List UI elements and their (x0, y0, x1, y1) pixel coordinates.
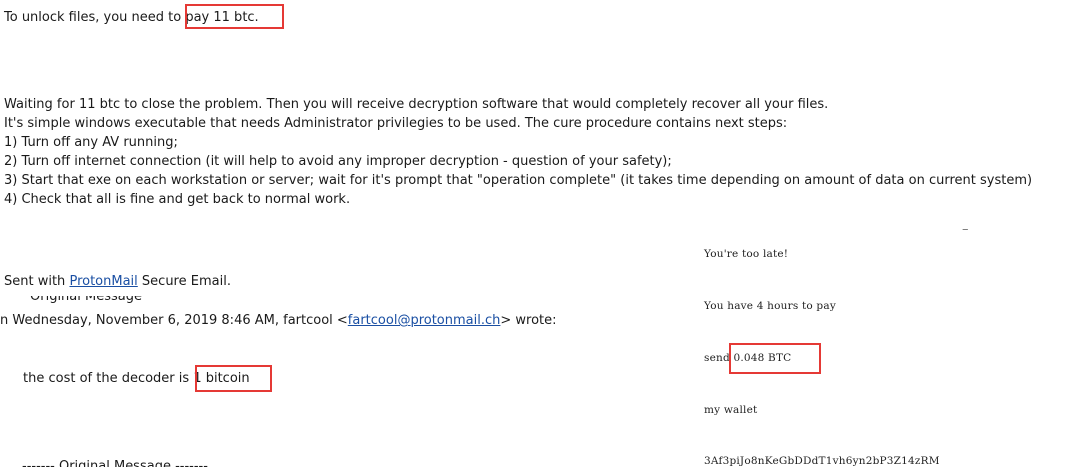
note-wallet-address: 3Af3piJo8nKeGbDDdT1vh6yn2bP3Z14zRM (704, 455, 940, 467)
note-wallet-address-clip: 3Af3piJo8nKeGbDDdT1vh6yn2bP3Z14zRM (704, 455, 964, 467)
sent-with-suffix: Secure Email. (141, 274, 231, 289)
original-message-bottom-clip: ------- Original Message ------- (22, 457, 222, 467)
original-message-top-clip: Original Message (30, 296, 170, 304)
original-message-top: Original Message (30, 296, 142, 304)
note-send-prefix: send (704, 352, 730, 364)
note-line-hours: You have 4 hours to pay (704, 300, 836, 312)
quote-header: n Wednesday, November 6, 2019 8:46 AM, f… (0, 311, 557, 330)
body-line: It's simple windows executable that need… (4, 116, 788, 131)
email-body: Waiting for 11 btc to close the problem.… (4, 95, 1080, 209)
body-line: Waiting for 11 btc to close the problem.… (4, 97, 829, 112)
body-line: 4) Check that all is fine and get back t… (4, 192, 351, 207)
note-line-too-late: You're too late! (704, 248, 789, 260)
highlight-box-1-bitcoin (195, 365, 272, 392)
dash-mark: – (962, 222, 969, 237)
original-message-bottom: ------- Original Message ------- (22, 459, 208, 467)
decoder-prefix: the cost of the decoder is (23, 371, 190, 386)
quote-header-suffix: > wrote: (500, 313, 557, 328)
fartcool-email-link[interactable]: fartcool@protonmail.ch (348, 313, 501, 328)
sent-with-line: Sent with ProtonMail Secure Email. (4, 272, 231, 291)
sent-with-prefix: Sent with (4, 274, 66, 289)
body-line: 2) Turn off internet connection (it will… (4, 154, 672, 169)
body-line: 1) Turn off any AV running; (4, 135, 178, 150)
highlight-box-11-btc (185, 4, 284, 29)
note-wallet-label: my wallet (704, 404, 758, 416)
highlight-box-0048-btc (729, 343, 821, 374)
unlock-prefix: To unlock files, you need to (4, 10, 182, 25)
protonmail-link[interactable]: ProtonMail (69, 274, 137, 289)
quote-header-prefix: n Wednesday, November 6, 2019 8:46 AM, f… (0, 313, 348, 328)
body-line: 3) Start that exe on each workstation or… (4, 173, 1033, 188)
